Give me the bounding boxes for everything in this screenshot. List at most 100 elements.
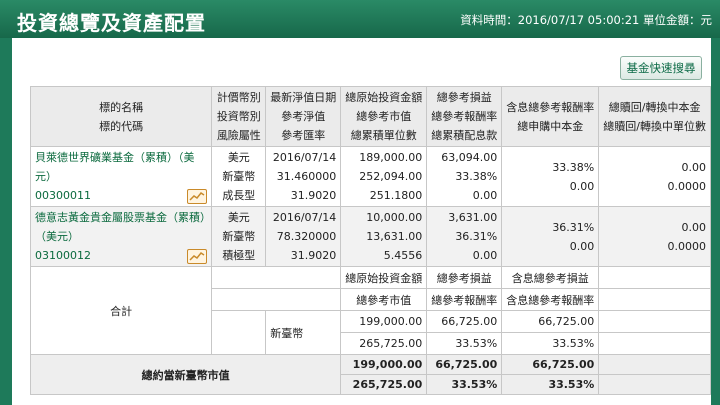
nav-value: 31.460000 xyxy=(276,170,337,183)
return-incl-dividend: 36.31% xyxy=(552,220,595,234)
col-header-return-incl: 含息總參考報酬率 總申購中本金 xyxy=(501,86,600,147)
table-header-row: 標的名稱 標的代碼 計價幣別 投資幣別 風險屬性 最新淨值日期 參考淨值 參考匯… xyxy=(29,86,711,147)
fund-cell: 貝萊德世界礦業基金（累積）（美元） 00300011 xyxy=(29,146,213,207)
amounts-cell: 189,000.00 252,094.00 251.1800 xyxy=(340,146,428,207)
return-rate: 36.31% xyxy=(455,230,498,243)
profit-cell: 63,094.00 33.38% 0.00 xyxy=(426,146,503,207)
units: 5.4556 xyxy=(383,249,423,262)
summary-label-cell: 合計 xyxy=(29,266,213,355)
nav-date: 2016/07/14 xyxy=(272,211,337,224)
summary-blank-cell xyxy=(211,266,342,289)
nav-cell: 2016/07/14 78.320000 31.9020 xyxy=(265,206,342,267)
summary-subheader: 總參考損益 xyxy=(426,266,503,289)
summary-empty-cell xyxy=(598,332,711,355)
redeeming-principal: 0.00 xyxy=(681,220,707,234)
subscribing-principal: 0.00 xyxy=(569,179,595,193)
fund-cell: 德意志黃金貴金屬股票基金（累積）（美元） 03100012 xyxy=(29,206,213,267)
col-header-line: 標的代碼 xyxy=(99,119,144,133)
summary-empty-cell xyxy=(598,310,711,333)
profit-loss: 63,094.00 xyxy=(441,151,498,164)
summary-empty-cell xyxy=(598,266,711,289)
redeeming-units: 0.0000 xyxy=(667,239,707,253)
col-header-line: 含息總參考報酬率 xyxy=(506,100,595,114)
fund-quick-search-button[interactable]: 基金快速搜尋 xyxy=(620,56,702,80)
holdings-table: 標的名稱 標的代碼 計價幣別 投資幣別 風險屬性 最新淨值日期 參考淨值 參考匯… xyxy=(29,86,711,395)
pricing-currency: 美元 xyxy=(227,211,250,224)
col-header-line: 總累積配息款 xyxy=(431,129,498,142)
total-value: 66,725.00 xyxy=(501,354,600,375)
col-header-line: 風險屬性 xyxy=(216,129,261,142)
redeem-cell: 0.00 0.0000 xyxy=(598,146,711,207)
profit-cell: 3,631.00 36.31% 0.00 xyxy=(426,206,503,267)
table-row: 德意志黃金貴金屬股票基金（累積）（美元） 03100012 美元 新臺幣 積極型… xyxy=(29,206,711,267)
summary-subheader: 總參考報酬率 xyxy=(426,288,503,311)
pricing-currency: 美元 xyxy=(227,151,250,164)
original-investment: 189,000.00 xyxy=(359,151,423,164)
fund-code: 00300011 xyxy=(35,189,91,202)
dividend: 0.00 xyxy=(472,189,498,202)
redeeming-units: 0.0000 xyxy=(667,179,707,193)
col-header-line: 總參考報酬率 xyxy=(431,110,498,123)
total-value: 33.53% xyxy=(426,374,503,395)
subscribing-principal: 0.00 xyxy=(569,239,595,253)
trend-chart-icon[interactable] xyxy=(187,189,208,204)
return-incl-cell: 36.31% 0.00 xyxy=(501,206,600,267)
return-incl-dividend: 33.38% xyxy=(552,160,595,174)
content-panel: 基金快速搜尋 標的名稱 標的代碼 計價幣別 投資幣別 風險屬性 最新淨值日期 參… xyxy=(12,38,711,405)
currency-cell: 美元 新臺幣 成長型 xyxy=(211,146,267,207)
trend-chart-icon[interactable] xyxy=(187,249,208,264)
col-header-fund: 標的名稱 標的代碼 xyxy=(29,86,213,147)
summary-subheader: 總參考市值 xyxy=(340,288,428,311)
market-value: 13,631.00 xyxy=(366,230,423,243)
summary-empty-cell xyxy=(598,288,711,311)
summary-subheader: 總原始投資金額 xyxy=(340,266,428,289)
col-header-line: 計價幣別 xyxy=(216,91,261,104)
risk-type: 積極型 xyxy=(222,249,256,262)
col-header-line: 總原始投資金額 xyxy=(345,91,423,104)
fx-rate: 31.9020 xyxy=(290,189,337,202)
risk-type: 成長型 xyxy=(222,189,256,202)
table-row: 貝萊德世界礦業基金（累積）（美元） 00300011 美元 新臺幣 成長型 20… xyxy=(29,146,711,207)
summary-value: 66,725.00 xyxy=(501,310,600,333)
summary-value: 66,725.00 xyxy=(426,310,503,333)
summary-value: 199,000.00 xyxy=(340,310,428,333)
currency-cell: 美元 新臺幣 積極型 xyxy=(211,206,267,267)
summary-subheader: 含息總參考報酬率 xyxy=(501,288,600,311)
col-header-line: 標的名稱 xyxy=(99,100,144,114)
invest-currency: 新臺幣 xyxy=(222,170,256,183)
original-investment: 10,000.00 xyxy=(366,211,423,224)
col-header-currency: 計價幣別 投資幣別 風險屬性 xyxy=(211,86,267,147)
summary-value: 33.53% xyxy=(501,332,600,355)
units: 251.1800 xyxy=(369,189,423,202)
col-header-amounts: 總原始投資金額 總參考市值 總累積單位數 xyxy=(340,86,428,147)
data-time-info: 資料時間：2016/07/17 05:00:21 單位金額：元 xyxy=(460,13,712,27)
col-header-line: 總贖回/轉換中單位數 xyxy=(603,119,706,133)
total-row: 總約當新臺幣市值 199,000.00 66,725.00 66,725.00 xyxy=(29,354,711,395)
market-value: 252,094.00 xyxy=(359,170,423,183)
fund-code: 03100012 xyxy=(35,249,91,262)
return-rate: 33.38% xyxy=(455,170,498,183)
col-header-line: 總累積單位數 xyxy=(350,129,417,142)
col-header-nav: 最新淨值日期 參考淨值 參考匯率 xyxy=(265,86,342,147)
fund-name-link[interactable]: 德意志黃金貴金屬股票基金（累積）（美元） xyxy=(35,208,207,246)
dividend: 0.00 xyxy=(472,249,498,262)
summary-label: 合計 xyxy=(110,304,133,318)
col-header-line: 總參考損益 xyxy=(436,91,492,104)
redeeming-principal: 0.00 xyxy=(681,160,707,174)
fund-name-link[interactable]: 貝萊德世界礦業基金（累積）（美元） xyxy=(35,148,207,186)
col-header-line: 總贖回/轉換中本金 xyxy=(608,100,701,114)
fund-code-line: 03100012 xyxy=(35,246,208,265)
invest-currency: 新臺幣 xyxy=(222,230,256,243)
redeem-cell: 0.00 0.0000 xyxy=(598,206,711,267)
nav-cell: 2016/07/14 31.460000 31.9020 xyxy=(265,146,342,207)
total-value: 66,725.00 xyxy=(426,354,503,375)
col-header-line: 參考淨值 xyxy=(281,110,326,123)
amounts-cell: 10,000.00 13,631.00 5.4556 xyxy=(340,206,428,267)
total-value: 199,000.00 xyxy=(340,354,428,375)
total-label: 總約當新臺幣市值 xyxy=(29,354,342,395)
nav-value: 78.320000 xyxy=(276,230,337,243)
summary-value: 265,725.00 xyxy=(340,332,428,355)
summary-currency: 新臺幣 xyxy=(265,310,342,355)
page-header: 投資總覽及資產配置 資料時間：2016/07/17 05:00:21 單位金額：… xyxy=(0,0,720,38)
summary-header-row: 合計 總原始投資金額 總參考損益 含息總參考損益 xyxy=(29,266,711,355)
